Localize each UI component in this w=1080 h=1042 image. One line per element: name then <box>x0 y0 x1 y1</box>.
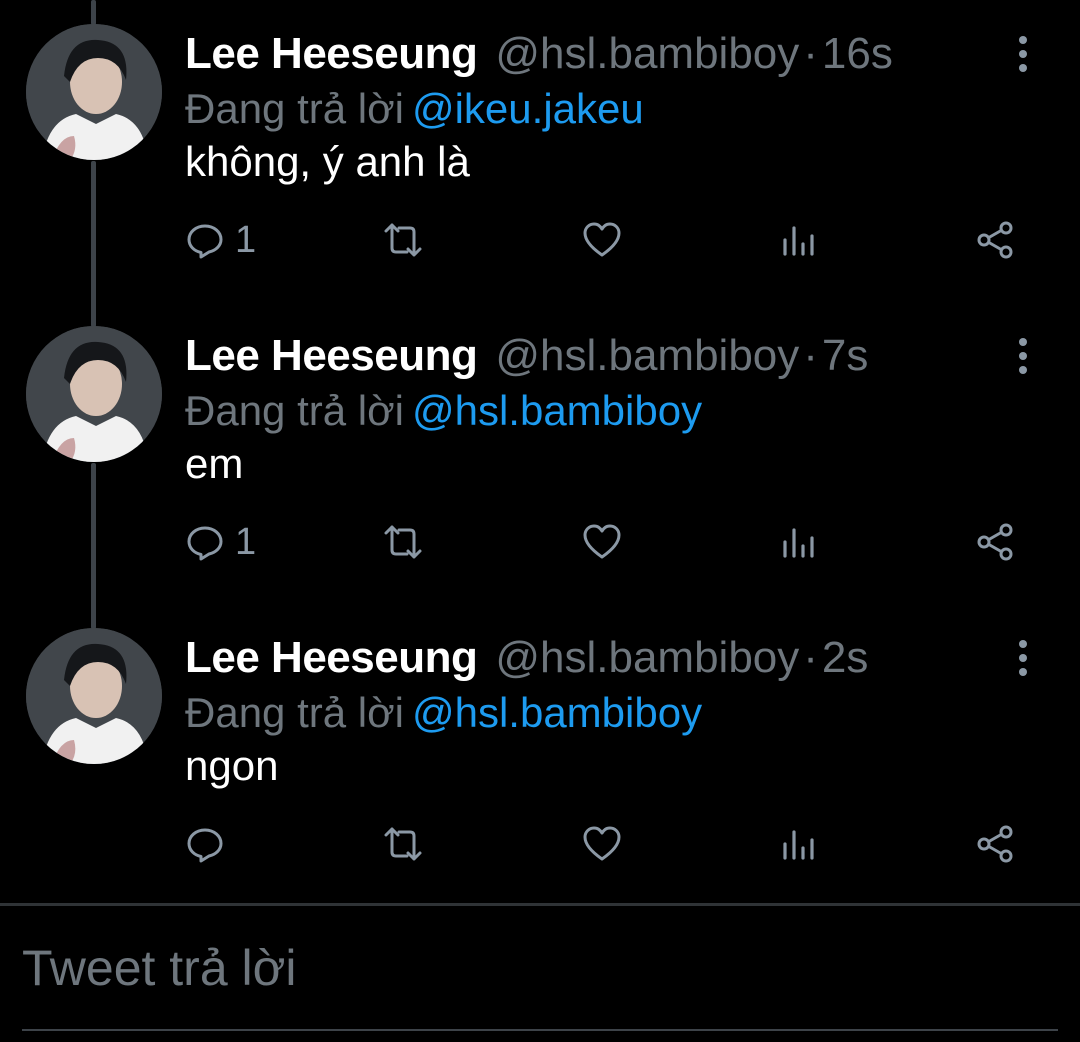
reply-button[interactable]: 1 <box>185 512 256 572</box>
more-vertical-icon[interactable] <box>1008 32 1038 76</box>
display-name[interactable]: Lee Heeseung <box>185 633 478 682</box>
retweet-button[interactable] <box>383 814 423 874</box>
user-handle[interactable]: @hsl.bambiboy <box>495 633 799 682</box>
retweet-icon <box>384 223 422 257</box>
share-button[interactable] <box>975 814 1015 874</box>
like-button[interactable] <box>582 814 622 874</box>
like-button[interactable] <box>582 512 622 572</box>
tweet-text: không, ý anh là <box>185 138 470 185</box>
analytics-button[interactable] <box>779 210 819 270</box>
replying-to-label: Đang trả lời <box>185 85 404 132</box>
tweet[interactable]: Lee Heeseung @hsl.bambiboy·2s Đang trả lờ… <box>0 604 1080 906</box>
replying-to: Đang trả lời @ikeu.jakeu <box>185 82 644 136</box>
retweet-icon <box>384 525 422 559</box>
display-name[interactable]: Lee Heeseung <box>185 29 478 78</box>
tweet-header: Lee Heeseung @hsl.bambiboy·7s <box>185 328 868 384</box>
user-handle[interactable]: @hsl.bambiboy <box>495 29 799 78</box>
replying-to: Đang trả lời @hsl.bambiboy <box>185 686 702 740</box>
tweet-header: Lee Heeseung @hsl.bambiboy·16s <box>185 26 893 82</box>
separator: · <box>803 633 818 682</box>
mention-link[interactable]: @hsl.bambiboy <box>412 689 702 736</box>
reply-button[interactable] <box>185 814 235 874</box>
user-handle[interactable]: @hsl.bambiboy <box>495 331 799 380</box>
tweet-actions <box>185 814 1035 874</box>
share-icon <box>977 523 1013 561</box>
tweet-actions: 1 <box>185 210 1035 270</box>
tweet[interactable]: Lee Heeseung @hsl.bambiboy·7s Đang trả lờ… <box>0 302 1080 604</box>
tweet-time: 2s <box>821 633 869 682</box>
heart-icon <box>583 222 621 257</box>
reply-icon <box>187 526 223 561</box>
analytics-button[interactable] <box>779 512 819 572</box>
retweet-button[interactable] <box>383 512 423 572</box>
reply-count: 1 <box>235 219 257 261</box>
retweet-button[interactable] <box>383 210 423 270</box>
avatar-image <box>26 628 162 764</box>
mention-link[interactable]: @hsl.bambiboy <box>412 387 702 434</box>
like-button[interactable] <box>582 210 622 270</box>
reply-count: 1 <box>235 521 257 563</box>
compose-underline <box>22 1029 1058 1031</box>
tweet-actions: 1 <box>185 512 1035 572</box>
compose-divider <box>0 903 1080 906</box>
separator: · <box>803 29 818 78</box>
display-name[interactable]: Lee Heeseung <box>185 331 478 380</box>
retweet-icon <box>384 827 422 861</box>
reply-icon <box>187 828 223 863</box>
reply-icon <box>187 224 223 259</box>
replying-to-label: Đang trả lời <box>185 689 404 736</box>
heart-icon <box>583 524 621 559</box>
avatar[interactable] <box>26 628 162 764</box>
analytics-icon <box>783 528 814 558</box>
heart-icon <box>583 826 621 861</box>
tweet-header: Lee Heeseung @hsl.bambiboy·2s <box>185 630 868 686</box>
avatar-image <box>26 326 162 462</box>
tweet-text: ngon <box>185 742 279 789</box>
avatar[interactable] <box>26 326 162 462</box>
replying-to-label: Đang trả lời <box>185 387 404 434</box>
replying-to: Đang trả lời @hsl.bambiboy <box>185 384 702 438</box>
more-vertical-icon[interactable] <box>1008 334 1038 378</box>
analytics-button[interactable] <box>779 814 819 874</box>
avatar-image <box>26 24 162 160</box>
share-icon <box>977 221 1013 259</box>
share-button[interactable] <box>975 512 1015 572</box>
avatar[interactable] <box>26 24 162 160</box>
reply-button[interactable]: 1 <box>185 210 256 270</box>
tweet-text: em <box>185 440 244 487</box>
analytics-icon <box>783 830 814 860</box>
tweet-time: 16s <box>821 29 893 78</box>
analytics-icon <box>783 226 814 256</box>
tweet[interactable]: Lee Heeseung @hsl.bambiboy·16s Đang trả l… <box>0 0 1080 302</box>
separator: · <box>803 331 818 380</box>
reply-compose-input[interactable]: Tweet trả lời <box>22 936 297 1000</box>
mention-link[interactable]: @ikeu.jakeu <box>412 85 644 132</box>
more-vertical-icon[interactable] <box>1008 636 1038 680</box>
tweet-time: 7s <box>821 331 869 380</box>
share-icon <box>977 825 1013 863</box>
share-button[interactable] <box>975 210 1015 270</box>
